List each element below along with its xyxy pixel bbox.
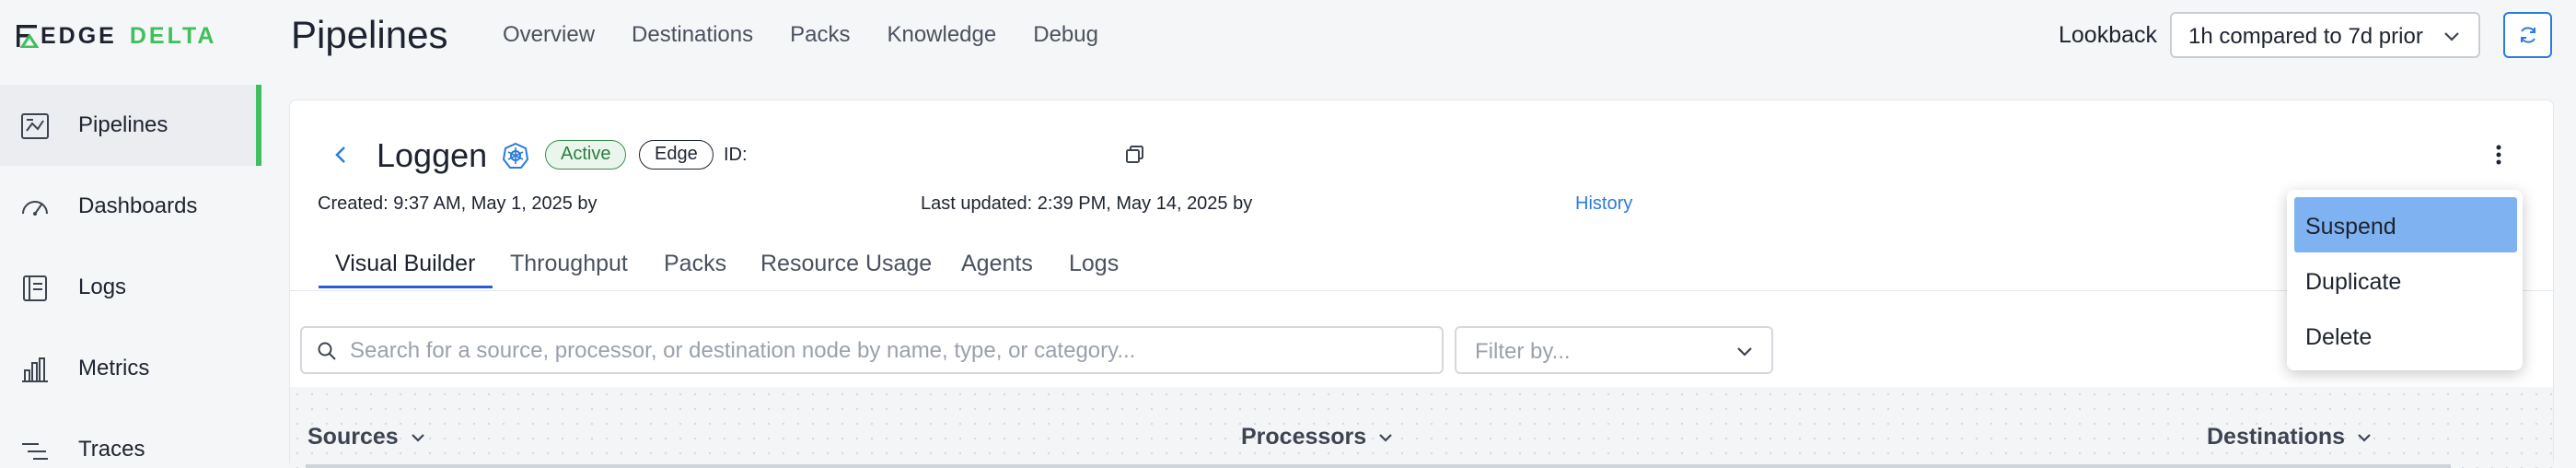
logo-mark-icon xyxy=(17,25,40,48)
processors-column-divider xyxy=(904,464,1825,468)
refresh-button[interactable] xyxy=(2503,12,2552,58)
created-info: Created: 9:37 AM, May 1, 2025 by xyxy=(318,193,598,214)
menu-item-suspend[interactable]: Suspend xyxy=(2294,197,2517,252)
lookback-select[interactable]: 1h compared to 7d prior xyxy=(2170,12,2480,58)
nav-debug[interactable]: Debug xyxy=(1033,22,1098,48)
menu-item-duplicate[interactable]: Duplicate xyxy=(2294,252,2517,308)
top-bar: EDGE DELTA Pipelines Overview Destinatio… xyxy=(0,0,2576,72)
bar-chart-icon xyxy=(22,357,48,382)
sources-column-header[interactable]: Sources xyxy=(307,424,426,450)
sidebar-item-metrics[interactable]: Metrics xyxy=(0,328,261,409)
sidebar-item-label: Traces xyxy=(78,437,145,462)
sidebar: Pipelines Dashboards Logs Metrics Traces xyxy=(0,85,263,468)
processors-column-header[interactable]: Processors xyxy=(1241,424,1394,450)
more-options-icon[interactable] xyxy=(2489,140,2508,170)
filter-select[interactable]: Filter by... xyxy=(1455,326,1773,374)
pipelines-icon xyxy=(21,113,49,139)
destinations-column-divider xyxy=(1825,464,2451,468)
sidebar-item-logs[interactable]: Logs xyxy=(0,247,261,328)
destinations-column-header[interactable]: Destinations xyxy=(2207,424,2373,450)
nav-packs[interactable]: Packs xyxy=(790,22,850,48)
pipeline-id-value xyxy=(753,141,1110,169)
processors-label: Processors xyxy=(1241,424,1367,450)
sidebar-item-dashboards[interactable]: Dashboards xyxy=(0,166,261,247)
tab-agents[interactable]: Agents xyxy=(961,251,1033,277)
search-input[interactable] xyxy=(350,336,1418,366)
chevron-down-icon xyxy=(1379,433,1392,442)
destinations-label: Destinations xyxy=(2207,424,2346,450)
copy-icon[interactable] xyxy=(1125,145,1145,165)
pipeline-name: Loggen xyxy=(377,136,488,174)
back-chevron-icon[interactable] xyxy=(331,144,350,166)
tab-visual-builder[interactable]: Visual Builder xyxy=(335,251,475,277)
chevron-down-icon xyxy=(2358,433,2371,442)
chevron-down-icon xyxy=(411,433,424,442)
sidebar-active-indicator xyxy=(256,85,261,166)
edge-delta-logo[interactable]: EDGE DELTA xyxy=(17,22,216,50)
sidebar-item-traces[interactable]: Traces xyxy=(0,409,261,468)
tab-logs[interactable]: Logs xyxy=(1069,251,1119,277)
sources-column-divider xyxy=(306,464,904,468)
tab-throughput[interactable]: Throughput xyxy=(510,251,628,277)
logo-text-delta: DELTA xyxy=(129,22,217,49)
sidebar-item-label: Dashboards xyxy=(78,193,198,218)
pipeline-actions-menu: Suspend Duplicate Delete xyxy=(2287,190,2523,370)
page-title: Pipelines xyxy=(291,13,448,56)
traces-icon xyxy=(22,443,48,460)
nav-destinations[interactable]: Destinations xyxy=(632,22,753,48)
active-tab-indicator xyxy=(319,286,493,288)
sidebar-item-label: Logs xyxy=(78,275,127,299)
type-badge: Edge xyxy=(639,140,714,170)
tab-resource-usage[interactable]: Resource Usage xyxy=(760,251,932,277)
status-badge: Active xyxy=(545,140,627,170)
lookback-label: Lookback xyxy=(2059,22,2158,48)
search-icon xyxy=(318,342,336,360)
pipeline-id-label: ID: xyxy=(724,145,748,165)
sidebar-item-label: Pipelines xyxy=(78,112,168,137)
top-nav: Overview Destinations Packs Knowledge De… xyxy=(503,22,1098,48)
dashboard-gauge-icon xyxy=(22,201,48,216)
tab-packs[interactable]: Packs xyxy=(664,251,726,277)
history-link[interactable]: History xyxy=(1575,193,1632,215)
lookback-value: 1h compared to 7d prior xyxy=(2188,24,2423,49)
menu-item-delete[interactable]: Delete xyxy=(2294,308,2517,363)
updated-info: Last updated: 2:39 PM, May 14, 2025 by xyxy=(921,193,1253,214)
pipeline-tabs: Visual Builder Throughput Packs Resource… xyxy=(289,241,2554,291)
kubernetes-icon xyxy=(503,143,528,169)
sidebar-item-label: Metrics xyxy=(78,356,150,380)
nav-knowledge[interactable]: Knowledge xyxy=(887,22,996,48)
filter-placeholder: Filter by... xyxy=(1475,339,1571,364)
refresh-icon xyxy=(2520,27,2535,43)
logo-text-edge: EDGE xyxy=(41,22,117,49)
nav-overview[interactable]: Overview xyxy=(503,22,595,48)
node-search[interactable] xyxy=(300,326,1444,374)
sidebar-item-pipelines[interactable]: Pipelines xyxy=(0,85,261,166)
logs-icon xyxy=(23,275,47,301)
sources-label: Sources xyxy=(307,424,399,450)
chevron-down-icon xyxy=(1737,347,1752,357)
chevron-down-icon xyxy=(2444,32,2459,41)
